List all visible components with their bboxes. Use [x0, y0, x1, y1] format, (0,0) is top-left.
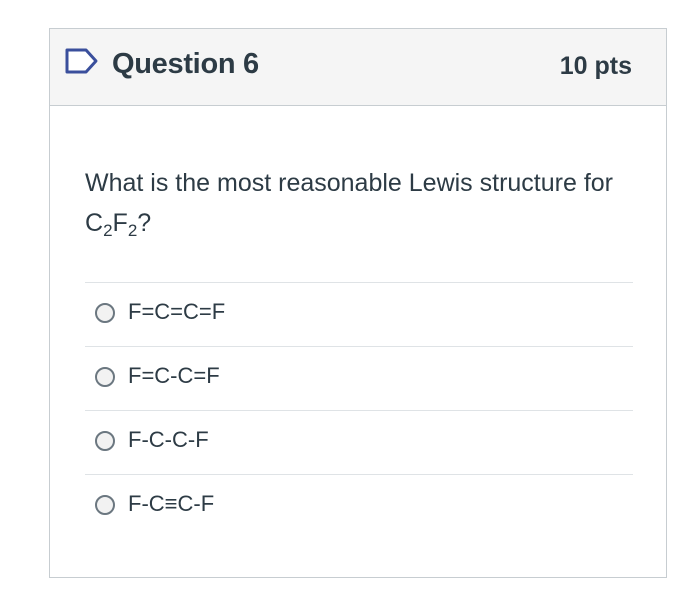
answer-option-2[interactable]: F=C-C=F [85, 346, 633, 410]
formula-subscript-2: 2 [127, 221, 138, 240]
answer-list: F=C=C=F F=C-C=F F-C-C-F F-C≡C-F [85, 282, 633, 538]
question-text-prefix: What is the most reasonable Lewis struct… [85, 169, 614, 237]
question-text-suffix: ? [137, 209, 152, 237]
radio-icon[interactable] [95, 431, 115, 451]
formula-element-f: F [112, 209, 128, 237]
radio-icon[interactable] [95, 367, 115, 387]
flag-question-icon[interactable] [64, 46, 100, 78]
radio-icon[interactable] [95, 303, 115, 323]
question-header: Question 6 10 pts [50, 29, 666, 106]
question-title: Question 6 [112, 48, 259, 80]
radio-icon[interactable] [95, 495, 115, 515]
formula-subscript-1: 2 [103, 221, 113, 240]
answer-label[interactable]: F-C≡C-F [128, 491, 214, 517]
answer-option-4[interactable]: F-C≡C-F [85, 474, 633, 538]
question-text: What is the most reasonable Lewis struct… [85, 163, 645, 243]
answer-label[interactable]: F-C-C-F [128, 427, 209, 453]
answer-label[interactable]: F=C=C=F [128, 299, 225, 325]
answer-option-3[interactable]: F-C-C-F [85, 410, 633, 474]
answer-option-1[interactable]: F=C=C=F [85, 282, 633, 346]
answer-label[interactable]: F=C-C=F [128, 363, 220, 389]
question-points: 10 pts [559, 52, 632, 80]
question-card: Question 6 10 pts What is the most reaso… [49, 28, 667, 578]
